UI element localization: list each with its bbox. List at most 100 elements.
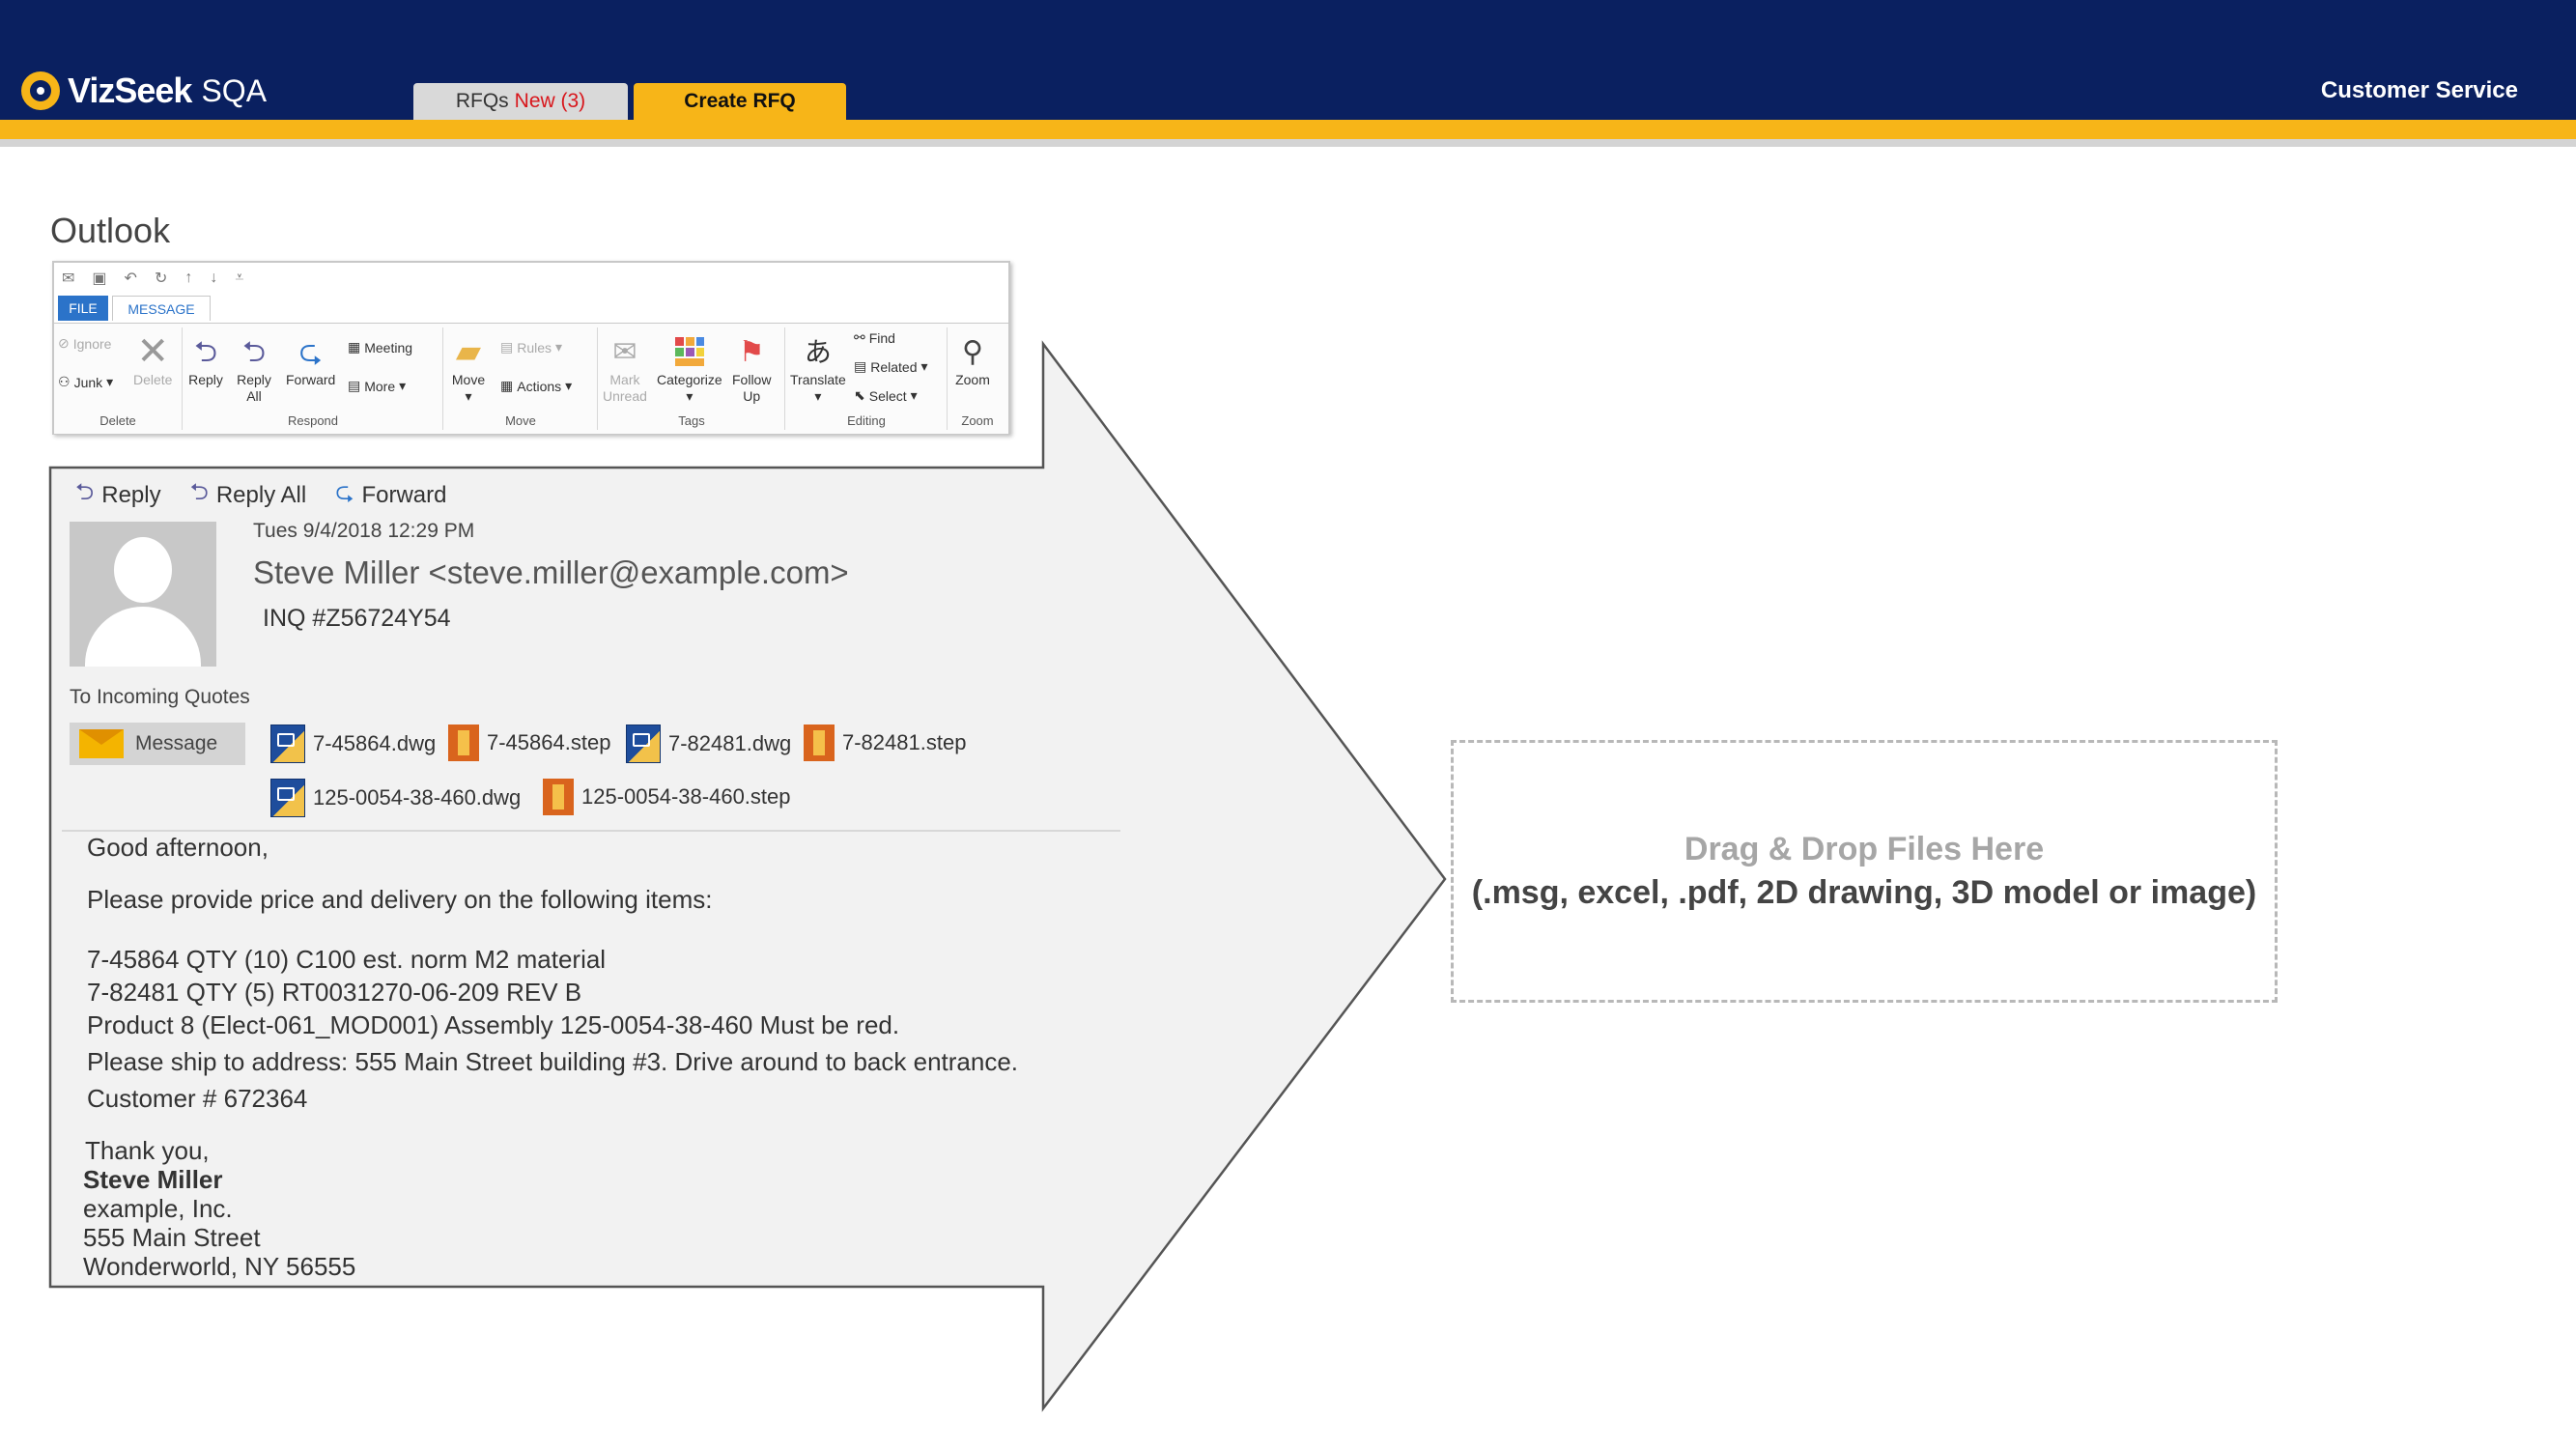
step-file-icon (804, 724, 835, 761)
avatar-body (85, 607, 201, 667)
move-button[interactable]: ▰ Move ▾ (450, 333, 487, 405)
ribbon-tab-file[interactable]: FILE (58, 296, 108, 321)
magnifier-icon: ⚲ (962, 335, 983, 368)
find-button[interactable]: ⚯ Find (854, 329, 895, 346)
dropdown-icon: ▾ (920, 358, 928, 374)
dropdown-icon: ▾ (910, 387, 918, 403)
message-tab[interactable]: Message (70, 723, 245, 765)
step-file-icon (543, 779, 574, 815)
mail-icon[interactable]: ✉ (62, 269, 74, 288)
attachment-name: 7-45864.step (487, 730, 611, 754)
dropdown-icon: ▾ (465, 388, 472, 404)
down-arrow-icon[interactable]: ↓ (210, 270, 217, 287)
attachment-name: 125-0054-38-460.dwg (313, 785, 522, 810)
ribbon-body: ⊘ Ignore ⚇ Junk ▾ ✕ Delete Delete ⮌ Reply ⮌… (54, 323, 1008, 434)
ribbon-tab-message[interactable]: MESSAGE (112, 296, 211, 321)
group-label-delete: Delete (99, 413, 136, 428)
ribbon-group-delete: ⊘ Ignore ⚇ Junk ▾ ✕ Delete Delete (54, 327, 183, 430)
redo-icon[interactable]: ↻ (155, 269, 167, 288)
group-label-move: Move (505, 413, 536, 428)
categorize-button[interactable]: Categorize ▾ (657, 333, 722, 405)
attachment-name: 7-45864.dwg (313, 731, 437, 755)
binoculars-icon: ⚯ (854, 329, 865, 345)
related-button[interactable]: ▤ Related ▾ (854, 358, 928, 375)
follow-up-button[interactable]: ⚑ Follow Up (732, 333, 771, 405)
meeting-label: Meeting (364, 339, 413, 355)
email-recipient: To Incoming Quotes (70, 686, 250, 708)
related-icon: ▤ (854, 358, 867, 374)
dropdown-icon: ▾ (106, 374, 114, 389)
customize-icon[interactable]: ⩡ (235, 270, 243, 287)
email-body-line: 7-82481 QTY (5) RT0031270-06-209 REV B (87, 978, 582, 1007)
envelope-icon (79, 729, 124, 758)
delete-label: Delete (133, 372, 173, 387)
categorize-icon (671, 333, 708, 370)
categorize-label: Categorize (657, 372, 722, 387)
forward-button[interactable]: ⮎ Forward (335, 475, 446, 515)
cursor-icon: ⬉ (854, 387, 865, 403)
reply-all-label-2: All (246, 388, 262, 404)
flag-icon: ⚑ (738, 335, 765, 368)
delete-button[interactable]: ✕ Delete (133, 332, 173, 388)
mark-unread-button[interactable]: ✉ Mark Unread (603, 333, 647, 405)
reply-all-icon: ⮌ (189, 479, 209, 505)
more-label: More (364, 378, 396, 394)
select-button[interactable]: ⬉ Select ▾ (854, 387, 918, 404)
save-icon[interactable]: ▣ (92, 269, 106, 288)
mark-label-2: Unread (603, 388, 647, 404)
message-tab-label: Message (135, 732, 218, 754)
attachment-item[interactable]: 7-45864.step (448, 724, 610, 761)
attachment-item[interactable]: 7-82481.dwg (626, 724, 791, 763)
email-body-line: Customer # 672364 (87, 1084, 308, 1113)
signature-line: example, Inc. (83, 1194, 233, 1223)
attachment-item[interactable]: 125-0054-38-460.step (543, 779, 791, 815)
up-arrow-icon[interactable]: ↑ (184, 270, 192, 287)
rules-button[interactable]: ▤ Rules ▾ (500, 339, 562, 355)
reply-all-button[interactable]: ⮌ Reply All (190, 475, 307, 515)
ribbon-reply-button[interactable]: ⮌ Reply (187, 333, 224, 388)
dwg-file-icon (270, 724, 305, 763)
email-sender: Steve Miller <steve.miller@example.com> (253, 554, 849, 590)
more-icon: ▤ (348, 378, 361, 393)
dropdown-icon: ▾ (814, 388, 822, 404)
reply-all-label: Reply All (215, 481, 307, 508)
ribbon-forward-button[interactable]: ⮎ Forward (286, 333, 335, 388)
group-label-editing: Editing (847, 413, 886, 428)
actions-label: Actions (517, 378, 562, 394)
signature-line: 555 Main Street (83, 1223, 261, 1252)
attachment-name: 7-82481.dwg (668, 731, 792, 755)
email-date: Tues 9/4/2018 12:29 PM (253, 520, 475, 542)
attachment-item[interactable]: 7-45864.dwg (270, 724, 436, 763)
ribbon-group-tags: ✉ Mark Unread Categorize ▾ ⚑ Follow Up T… (599, 327, 785, 430)
file-drop-zone[interactable]: Drag & Drop Files Here (.msg, excel, .pd… (1451, 740, 2278, 1003)
attachment-item[interactable]: 7-82481.step (804, 724, 966, 761)
more-button[interactable]: ▤ More ▾ (348, 378, 406, 394)
reply-label: Reply (101, 481, 161, 508)
reply-label: Reply (188, 372, 223, 387)
reply-icon: ⮌ (193, 335, 218, 368)
translate-button[interactable]: あ Translate ▾ (790, 333, 846, 405)
signature-name: Steve Miller (83, 1165, 223, 1194)
zoom-button[interactable]: ⚲ Zoom (954, 333, 991, 388)
attachment-name: 125-0054-38-460.step (581, 784, 791, 809)
ignore-button[interactable]: ⊘ Ignore (58, 335, 111, 352)
forward-label: Forward (286, 372, 336, 387)
actions-button[interactable]: ▦ Actions ▾ (500, 378, 572, 394)
ribbon-group-move: ▰ Move ▾ ▤ Rules ▾ ▦ Actions ▾ Move (444, 327, 598, 430)
junk-button[interactable]: ⚇ Junk ▾ (58, 374, 113, 390)
attachment-item[interactable]: 125-0054-38-460.dwg (270, 779, 521, 817)
meeting-button[interactable]: ▦ Meeting (348, 339, 412, 355)
ribbon-reply-all-button[interactable]: ⮌ Reply All (236, 333, 272, 405)
rules-label: Rules (517, 339, 552, 355)
reply-icon: ⮌ (75, 479, 95, 505)
dropdown-icon: ▾ (686, 388, 694, 404)
dwg-file-icon (626, 724, 661, 763)
outlook-ribbon: ✉ ▣ ↶ ↻ ↑ ↓ ⩡ FILE MESSAGE ⊘ Ignore ⚇ Junk… (52, 261, 1010, 435)
undo-icon[interactable]: ↶ (125, 269, 137, 288)
email-body-line: Please ship to address: 555 Main Street … (87, 1047, 1019, 1076)
ignore-icon: ⊘ (58, 335, 70, 351)
ignore-label: Ignore (72, 335, 112, 352)
forward-label: Forward (361, 481, 447, 508)
reply-button[interactable]: ⮌ Reply (75, 475, 161, 515)
dwg-file-icon (270, 779, 305, 817)
